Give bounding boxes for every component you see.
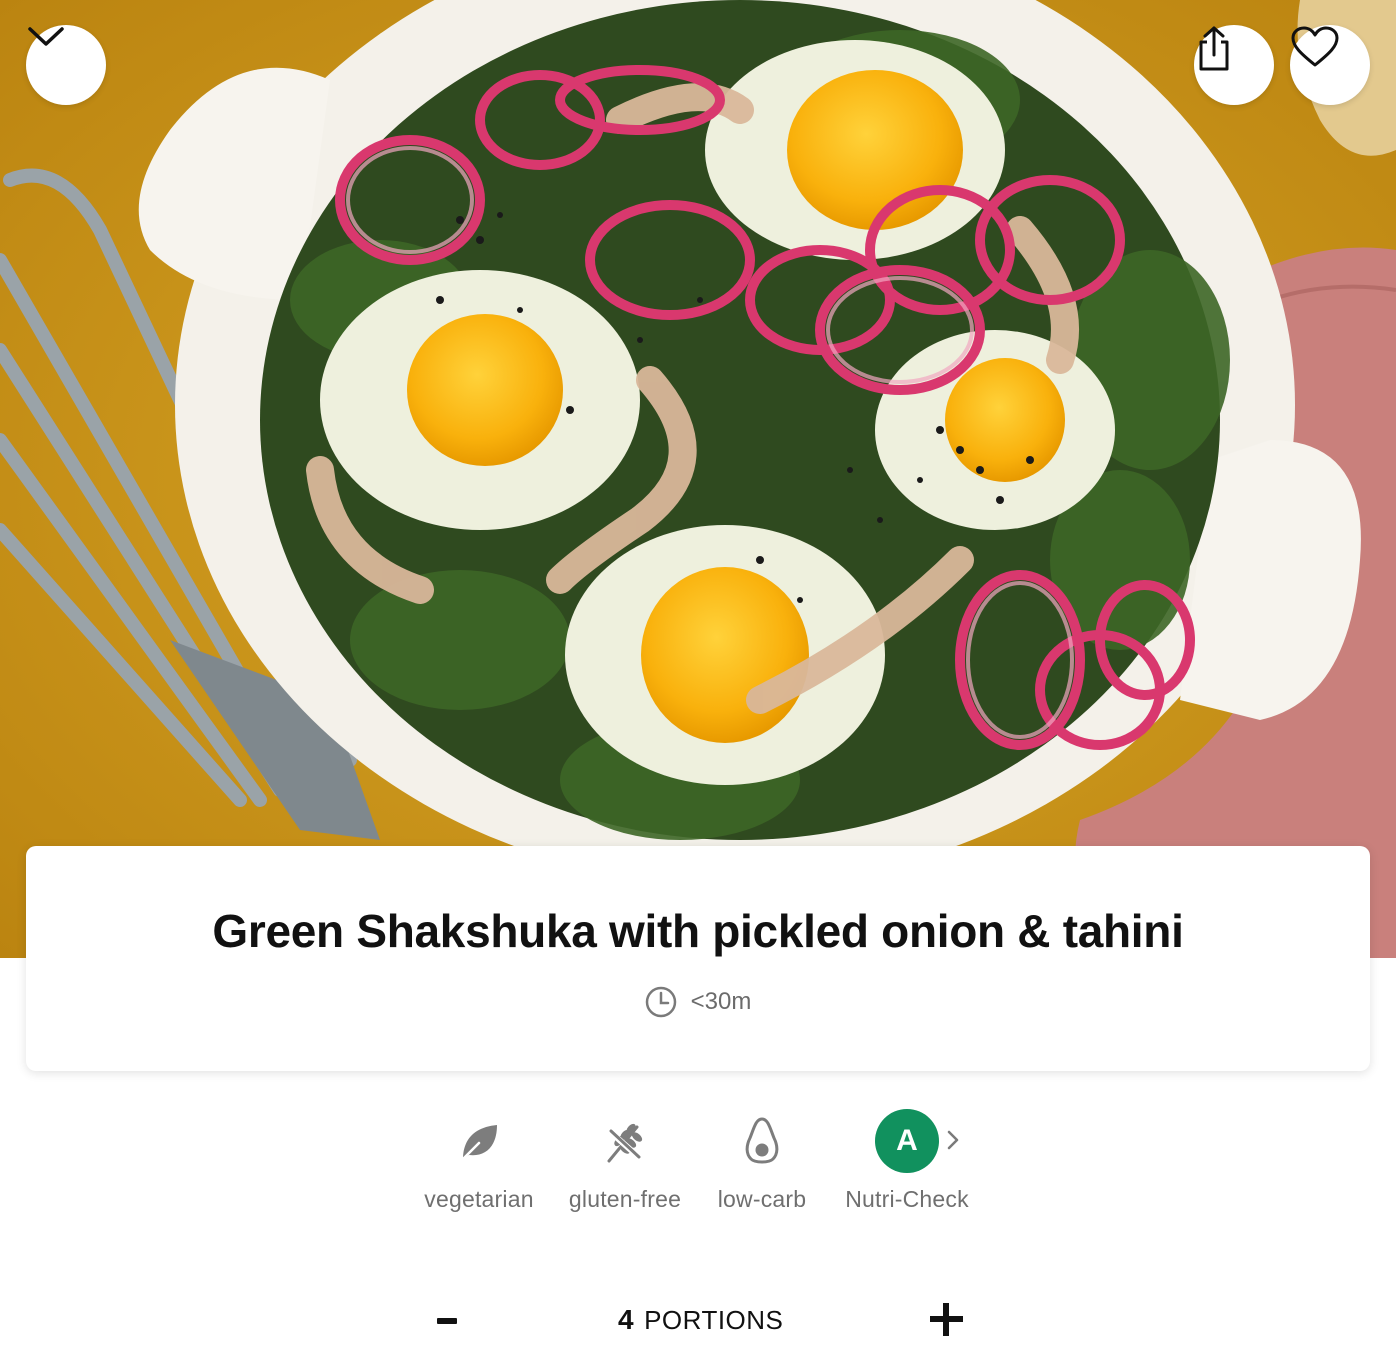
recipe-tags: vegetarian gluten-free low-carb A Nutri-… (0, 1108, 1396, 1228)
portions-display: 4 PORTIONS (618, 1304, 783, 1336)
heart-icon (1291, 26, 1339, 67)
share-icon (1199, 26, 1229, 71)
tag-label: Nutri-Check (845, 1186, 969, 1212)
recipe-title-card: Green Shakshuka with pickled onion & tah… (26, 846, 1370, 1071)
tag-label: vegetarian (424, 1186, 534, 1212)
tag-label: gluten-free (568, 1186, 682, 1212)
tag-label: low-carb (717, 1186, 807, 1212)
tag-gluten-free[interactable]: gluten-free (560, 1108, 690, 1213)
leaf-icon (459, 1125, 497, 1163)
tag-low-carb[interactable]: low-carb (710, 1108, 814, 1213)
chevron-right-icon (946, 1126, 960, 1158)
portions-label: PORTIONS (644, 1305, 784, 1335)
prep-time-value: <30m (690, 988, 752, 1015)
collapse-button[interactable] (26, 25, 106, 105)
share-button[interactable] (1194, 25, 1274, 105)
chevron-down-icon (28, 27, 64, 46)
decrease-portions-button[interactable] (427, 1294, 467, 1334)
recipe-hero-image (0, 0, 1396, 958)
avocado-icon (745, 1117, 779, 1164)
tag-vegetarian[interactable]: vegetarian (419, 1108, 539, 1213)
shakshuka-photo (0, 0, 1396, 958)
nutri-check-badge: A (875, 1109, 939, 1173)
tag-nutri-check[interactable]: A Nutri-Check (834, 1108, 980, 1213)
clock-icon (645, 986, 676, 1018)
portions-count: 4 (618, 1304, 635, 1335)
increase-portions-button[interactable] (926, 1294, 968, 1336)
prep-time: <30m (645, 986, 752, 1018)
favorite-button[interactable] (1290, 25, 1370, 105)
portions-stepper: 4 PORTIONS (0, 1290, 1396, 1347)
wheat-crossed-icon (605, 1123, 643, 1163)
recipe-title: Green Shakshuka with pickled onion & tah… (212, 905, 1184, 957)
